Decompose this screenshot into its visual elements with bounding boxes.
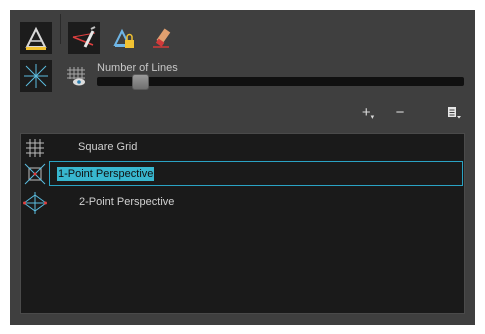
perspective-pen-icon: [72, 26, 96, 48]
show-grid-toggle[interactable]: [62, 62, 90, 90]
menu-list-icon: [448, 107, 461, 119]
number-of-lines-label: Number of Lines: [97, 62, 178, 74]
slider-thumb[interactable]: [132, 74, 149, 90]
add-icon: +: [361, 103, 371, 121]
add-guide-button[interactable]: + ▾: [360, 102, 376, 122]
grid-eye-icon: [67, 67, 85, 86]
guide-item-1-point-perspective[interactable]: 1-Point Perspective: [21, 161, 464, 187]
ruler-triangle-icon: [25, 26, 47, 50]
guide-item-label: 2-Point Perspective: [79, 196, 175, 208]
eraser-ruler-icon: [153, 28, 171, 48]
toolbar-separator: [60, 14, 61, 44]
guide-item-label[interactable]: 1-Point Perspective: [57, 167, 155, 181]
one-point-perspective-icon: [23, 162, 47, 186]
guides-list: Square Grid 1-Point Perspective 2-Point …: [20, 133, 465, 314]
locked-ruler-button[interactable]: [107, 22, 139, 54]
locked-ruler-icon: [113, 28, 134, 48]
menu-button[interactable]: [445, 102, 463, 122]
perspective-lines-icon: [24, 64, 48, 88]
number-of-lines-slider[interactable]: [97, 77, 464, 86]
add-dropdown-arrow-icon: ▾: [370, 114, 375, 121]
guide-item-label: Square Grid: [78, 141, 138, 153]
remove-guide-button[interactable]: −: [393, 102, 407, 122]
perspective-pen-button[interactable]: [68, 22, 100, 54]
eraser-ruler-button[interactable]: [146, 22, 178, 54]
two-point-perspective-icon: [23, 191, 47, 215]
guide-item-2-point-perspective[interactable]: 2-Point Perspective: [21, 190, 464, 216]
ruler-tool-button[interactable]: [20, 22, 52, 54]
remove-icon: −: [395, 103, 405, 121]
square-grid-icon: [23, 136, 47, 160]
perspective-lines-button[interactable]: [20, 60, 52, 92]
guide-item-square-grid[interactable]: Square Grid: [21, 135, 464, 161]
